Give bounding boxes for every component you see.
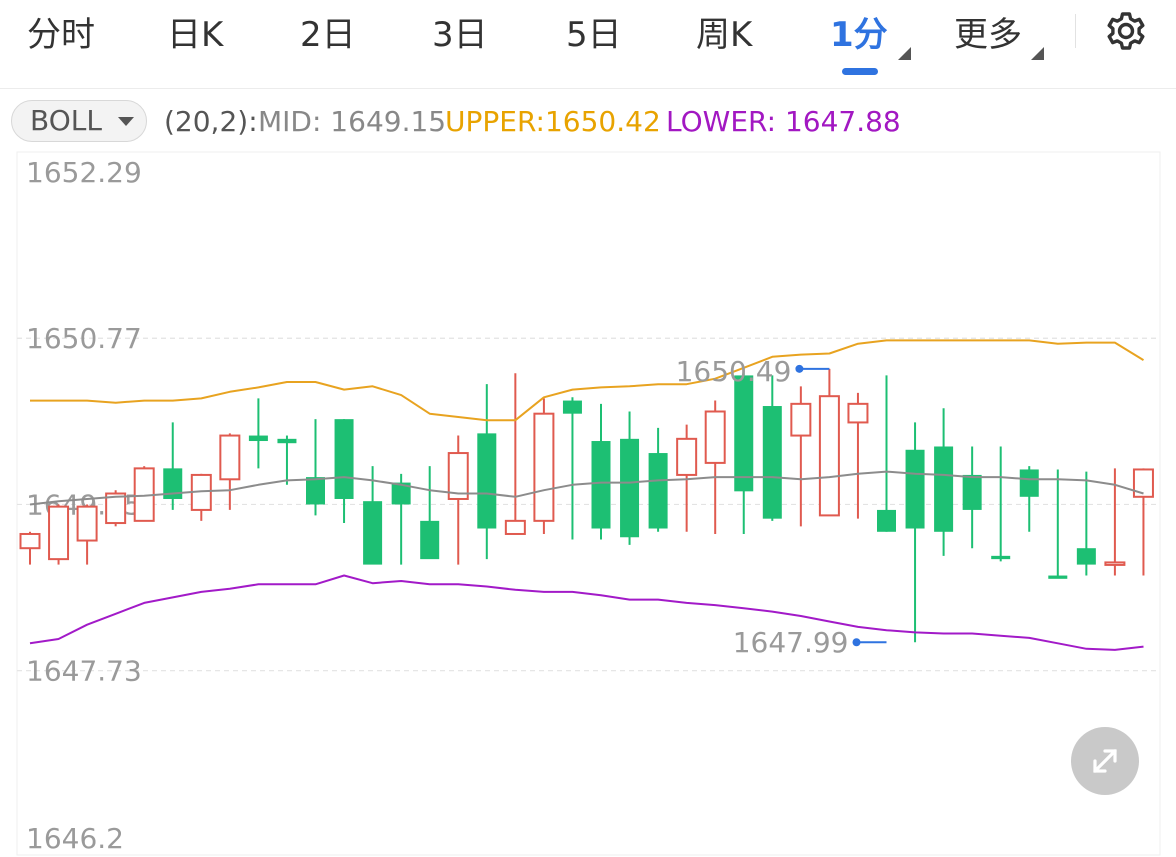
tab-1-minute[interactable]: 1分 xyxy=(830,10,888,60)
y-tick-label: 1652.29 xyxy=(26,156,142,189)
tab-5-day[interactable]: 5日 xyxy=(566,10,622,60)
candle-body-down xyxy=(1019,469,1039,497)
candle-body-up xyxy=(847,402,869,424)
candle-body-down xyxy=(477,433,497,529)
candle-body-up xyxy=(533,412,555,522)
period-tab-bar: 分时 日K 2日 3日 5日 周K 1分 更多 xyxy=(0,0,1176,89)
tab-more[interactable]: 更多 xyxy=(954,10,1022,60)
candle-body-down xyxy=(877,509,896,532)
candle-body-down xyxy=(905,449,925,529)
candle-body-down xyxy=(248,435,268,442)
tab-2-day[interactable]: 2日 xyxy=(300,10,356,60)
indicator-legend: BOLL (20,2): MID: 1649.15 UPPER:1650.42 … xyxy=(0,100,1176,144)
y-tick-label: 1647.73 xyxy=(26,655,142,688)
dropdown-corner-icon xyxy=(1031,47,1044,60)
candle-body-down xyxy=(991,555,1011,560)
candle-body-up xyxy=(48,505,70,561)
max-price-marker-dot xyxy=(795,364,804,373)
tab-daily-k[interactable]: 日K xyxy=(167,10,223,60)
candle-body-down xyxy=(334,419,354,499)
candle-body-down xyxy=(420,520,440,560)
expand-arrows-icon xyxy=(1093,749,1117,773)
boll-upper-line xyxy=(30,339,1145,422)
candle-body-down xyxy=(734,375,754,492)
tab-timeshare[interactable]: 分时 xyxy=(27,10,95,60)
boll-lower-line xyxy=(29,574,1144,651)
caret-down-icon xyxy=(118,117,134,126)
candle-body-down xyxy=(591,441,611,529)
candle-body-down xyxy=(934,446,954,532)
candle-body-up xyxy=(790,402,812,437)
candle-body-down xyxy=(762,406,782,519)
candle-body-down xyxy=(1048,575,1068,579)
fullscreen-button[interactable] xyxy=(1071,727,1139,795)
settings-gear-icon[interactable] xyxy=(1101,6,1151,56)
candle-body-up xyxy=(19,532,41,550)
candle-body-down xyxy=(962,474,982,510)
active-tab-indicator xyxy=(842,68,878,75)
kline-chart[interactable]: 1652.29 1650.77 1649.25 1647.73 1646.2 1650.4… xyxy=(0,150,1176,857)
y-tick-label: 1650.77 xyxy=(26,322,142,355)
indicator-params: (20,2): xyxy=(164,105,258,138)
candle-body-up xyxy=(1104,561,1126,566)
divider xyxy=(1075,14,1076,48)
boll-upper-value: UPPER:1650.42 xyxy=(445,105,661,138)
indicator-selector-button[interactable]: BOLL xyxy=(11,100,147,142)
candle-body-down xyxy=(277,438,297,444)
candle-body-up xyxy=(676,437,698,476)
min-price-marker-label: 1647.99 xyxy=(733,626,849,659)
candle-body-up xyxy=(219,434,241,481)
candle-body-up xyxy=(704,410,726,464)
plot-frame xyxy=(16,151,1161,856)
indicator-selector-label: BOLL xyxy=(30,104,102,137)
y-tick-label: 1646.2 xyxy=(26,822,124,855)
candle-body-down xyxy=(1076,548,1096,565)
candle-body-down xyxy=(562,400,582,414)
tab-weekly-k[interactable]: 周K xyxy=(696,10,752,60)
candle-body-up xyxy=(504,519,526,535)
candle-body-down xyxy=(620,438,640,538)
candle-body-down xyxy=(363,501,383,565)
tab-3-day[interactable]: 3日 xyxy=(432,10,488,60)
dropdown-corner-icon xyxy=(898,47,911,60)
boll-mid-value: MID: 1649.15 xyxy=(258,105,447,138)
candle-body-up xyxy=(76,505,98,542)
max-price-marker-label: 1650.49 xyxy=(676,355,792,388)
candle-body-down xyxy=(306,477,325,505)
candle-body-down xyxy=(648,453,668,529)
boll-lower-value: LOWER: 1647.88 xyxy=(666,105,901,138)
kline-chart-canvas: 1652.291650.771649.251647.731646.21650.4… xyxy=(16,151,1161,856)
candle-body-up xyxy=(818,395,840,517)
min-price-marker-dot xyxy=(852,638,861,647)
